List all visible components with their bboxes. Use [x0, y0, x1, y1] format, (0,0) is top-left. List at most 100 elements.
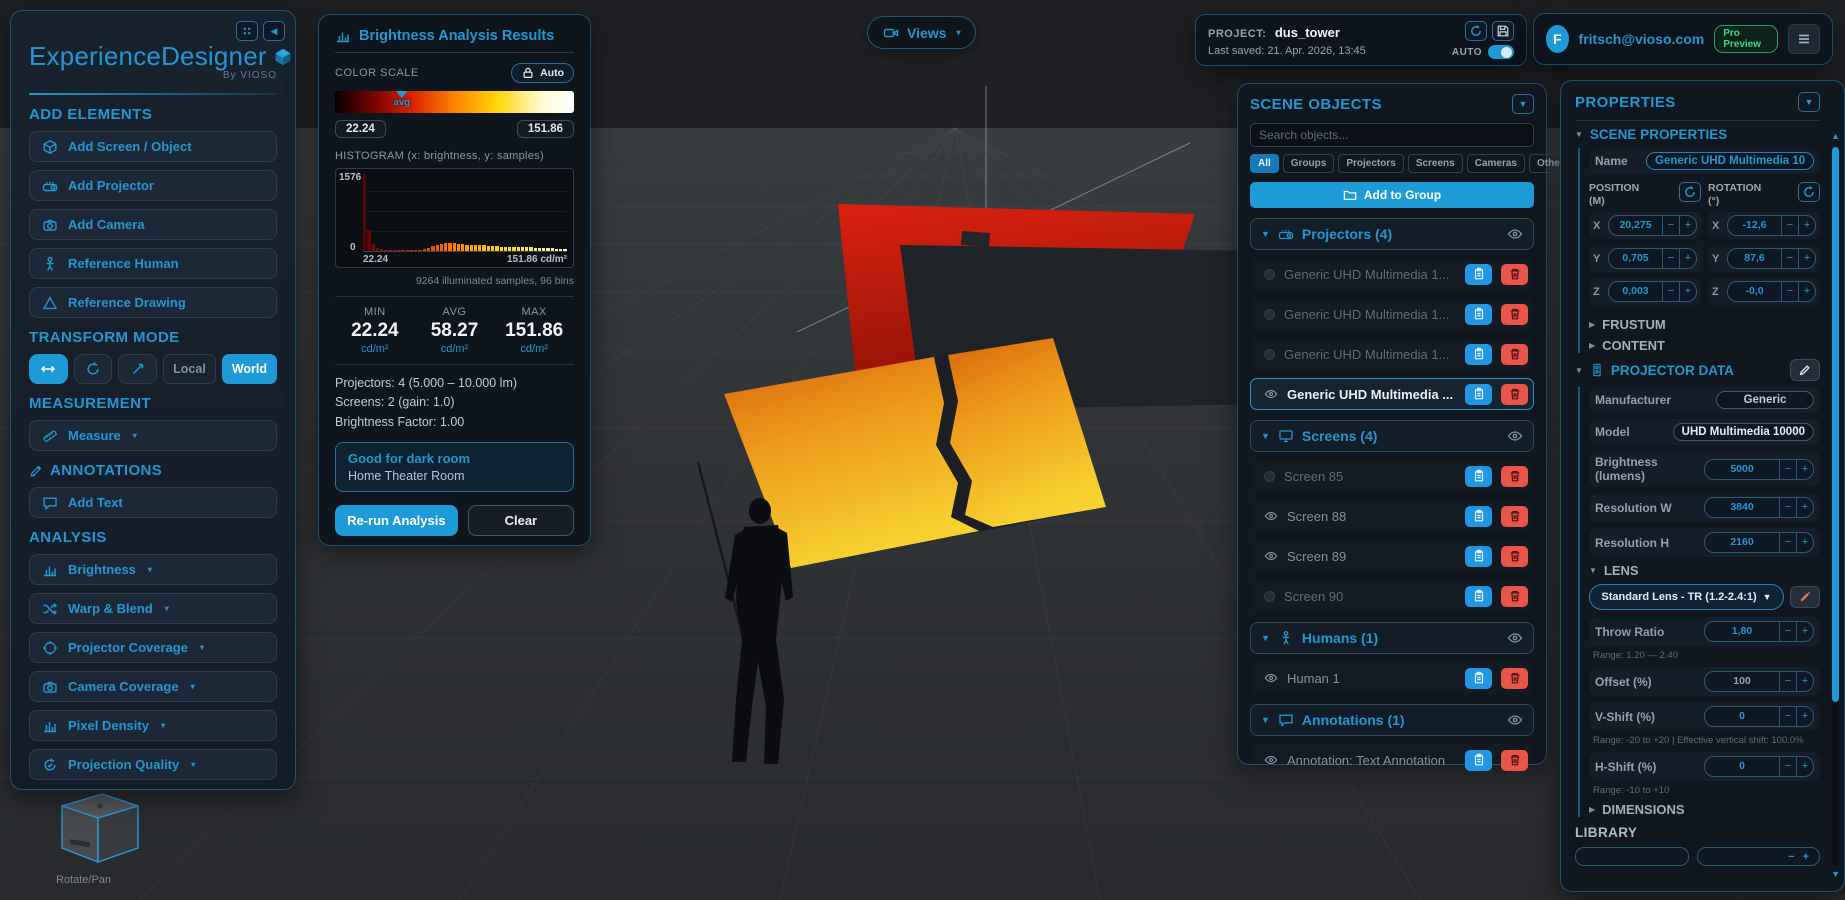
hidden-dot-icon[interactable] [1264, 471, 1275, 482]
object-row-projector-3[interactable]: Generic UHD Multimedia 1... [1250, 338, 1534, 370]
position-y-value[interactable]: 0,705 [1609, 249, 1662, 268]
rotation-y-value[interactable]: 87,6 [1728, 249, 1781, 268]
eye-icon[interactable] [1507, 712, 1523, 728]
decrement-button[interactable]: − [1781, 249, 1798, 268]
increment-button[interactable]: + [1798, 282, 1815, 301]
filter-screens[interactable]: Screens [1408, 154, 1463, 173]
object-row-projector-2[interactable]: Generic UHD Multimedia 1... [1250, 298, 1534, 330]
clear-button[interactable]: Clear [468, 505, 574, 536]
group-annotations[interactable]: ▼ Annotations (1) [1250, 704, 1534, 736]
main-menu-button[interactable] [1788, 24, 1820, 54]
eye-icon[interactable] [1264, 671, 1278, 685]
decrement-button[interactable]: − [1779, 498, 1796, 517]
reset-rotation-button[interactable] [1798, 182, 1820, 202]
duplicate-button[interactable] [1465, 466, 1492, 487]
content-section[interactable]: ▶ CONTENT [1589, 338, 1820, 353]
duplicate-button[interactable] [1465, 546, 1492, 567]
eye-icon[interactable] [1264, 387, 1278, 401]
position-x-value[interactable]: 20,275 [1609, 216, 1662, 235]
brightness-analysis-button[interactable]: Brightness ▾ [29, 554, 277, 585]
add-text-button[interactable]: Add Text [29, 487, 277, 518]
dimensions-section[interactable]: ▶ DIMENSIONS [1589, 802, 1820, 817]
increment-button[interactable]: + [1798, 216, 1815, 235]
nav-cube[interactable] [62, 794, 138, 862]
hidden-dot-icon[interactable] [1264, 349, 1275, 360]
rotation-z-value[interactable]: -0,0 [1728, 282, 1781, 301]
decrement-button[interactable]: − [1662, 282, 1679, 301]
group-projectors[interactable]: ▼ Projectors (4) [1250, 218, 1534, 250]
duplicate-button[interactable] [1465, 506, 1492, 527]
resolution-h-value[interactable]: 2160 [1705, 533, 1779, 552]
views-dropdown[interactable]: Views ▾ [867, 16, 976, 49]
resolution-w-value[interactable]: 3840 [1705, 498, 1779, 517]
pixel-density-button[interactable]: Pixel Density ▾ [29, 710, 277, 741]
group-humans[interactable]: ▼ Humans (1) [1250, 622, 1534, 654]
space-world-button[interactable]: World [222, 354, 277, 384]
increment-button[interactable]: + [1679, 216, 1696, 235]
autosave-toggle[interactable] [1488, 45, 1514, 59]
scroll-down-icon[interactable]: ▼ [1831, 869, 1840, 879]
duplicate-button[interactable] [1465, 264, 1492, 285]
decrement-button[interactable]: − [1779, 533, 1796, 552]
increment-button[interactable]: + [1679, 249, 1696, 268]
decrement-button[interactable]: − [1779, 460, 1796, 479]
duplicate-button[interactable] [1465, 344, 1492, 365]
projector-data-heading[interactable]: ▼ PROJECTOR DATA [1575, 359, 1820, 381]
reset-position-button[interactable] [1679, 182, 1701, 202]
brightness-lumens-value[interactable]: 5000 [1705, 460, 1779, 479]
duplicate-button[interactable] [1465, 304, 1492, 325]
decrement-button[interactable]: − [1779, 757, 1796, 776]
duplicate-button[interactable] [1465, 668, 1492, 689]
library-stepper[interactable]: −+ [1697, 847, 1821, 866]
delete-button[interactable] [1501, 586, 1528, 607]
scene-properties-heading[interactable]: ▼ SCENE PROPERTIES [1575, 127, 1820, 142]
eye-icon[interactable] [1264, 509, 1278, 523]
translate-tool-button[interactable] [29, 354, 68, 384]
projector-coverage-button[interactable]: Projector Coverage ▾ [29, 632, 277, 663]
collapse-properties-button[interactable]: ▼ [1798, 92, 1820, 112]
object-row-screen-89[interactable]: Screen 89 [1250, 540, 1534, 572]
avatar[interactable]: F [1546, 25, 1569, 53]
delete-button[interactable] [1501, 264, 1528, 285]
hidden-dot-icon[interactable] [1264, 309, 1275, 320]
rotate-tool-button[interactable] [74, 354, 113, 384]
reference-human-button[interactable]: Reference Human [29, 248, 277, 279]
decrement-button[interactable]: − [1662, 249, 1679, 268]
add-projector-button[interactable]: Add Projector [29, 170, 277, 201]
object-row-screen-85[interactable]: Screen 85 [1250, 460, 1534, 492]
add-to-group-button[interactable]: Add to Group [1250, 182, 1534, 208]
duplicate-button[interactable] [1465, 750, 1492, 771]
increment-button[interactable]: + [1796, 498, 1813, 517]
eye-icon[interactable] [1507, 630, 1523, 646]
v-shift-value[interactable]: 0 [1705, 707, 1779, 726]
hidden-dot-icon[interactable] [1264, 269, 1275, 280]
eye-icon[interactable] [1507, 428, 1523, 444]
h-shift-value[interactable]: 0 [1705, 757, 1779, 776]
object-row-annotation-1[interactable]: Annotation: Text Annotation [1250, 744, 1534, 776]
rotation-x-value[interactable]: -12,6 [1728, 216, 1781, 235]
add-camera-button[interactable]: Add Camera [29, 209, 277, 240]
lens-select[interactable]: Standard Lens - TR (1.2-2.4:1) ▼ [1589, 584, 1784, 610]
increment-button[interactable]: + [1798, 249, 1815, 268]
hidden-dot-icon[interactable] [1264, 591, 1275, 602]
decrement-button[interactable]: − [1781, 216, 1798, 235]
scroll-up-icon[interactable]: ▲ [1831, 131, 1840, 141]
dock-button[interactable] [236, 21, 258, 41]
object-row-screen-88[interactable]: Screen 88 [1250, 500, 1534, 532]
group-screens[interactable]: ▼ Screens (4) [1250, 420, 1534, 452]
edit-projector-button[interactable] [1790, 359, 1820, 381]
rerun-analysis-button[interactable]: Re-run Analysis [335, 505, 458, 536]
edit-lens-button[interactable] [1790, 586, 1820, 608]
object-row-human-1[interactable]: Human 1 [1250, 662, 1534, 694]
increment-button[interactable]: + [1796, 672, 1813, 691]
increment-button[interactable]: + [1803, 851, 1809, 863]
throw-ratio-value[interactable]: 1,80 [1705, 622, 1779, 641]
reference-drawing-button[interactable]: Reference Drawing [29, 287, 277, 318]
collapse-scene-objects-button[interactable]: ▼ [1512, 94, 1534, 114]
search-input[interactable] [1250, 123, 1534, 147]
filter-projectors[interactable]: Projectors [1338, 154, 1403, 173]
manufacturer-field[interactable]: Generic [1716, 391, 1814, 409]
scale-min-value[interactable]: 22.24 [335, 120, 386, 138]
lens-section-heading[interactable]: ▼ LENS [1589, 563, 1820, 578]
projection-quality-button[interactable]: Projection Quality ▾ [29, 749, 277, 780]
